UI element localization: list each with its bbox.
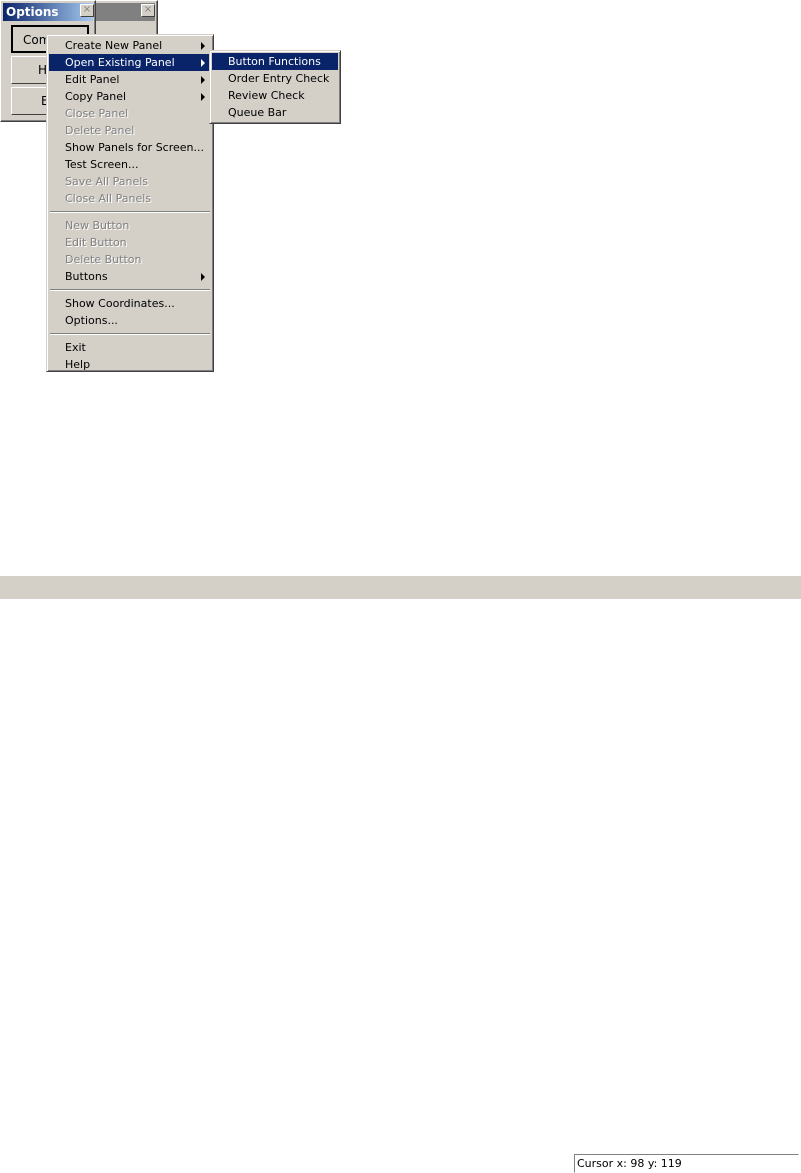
menu-item-order-entry-check[interactable]: Order Entry Check (212, 70, 338, 87)
menu-item-label: Close Panel (65, 107, 129, 120)
menu-item-delete-button: Delete Button (49, 251, 211, 268)
menu-item-delete-panel: Delete Panel (49, 122, 211, 139)
status-bar: Cursor x: 98 y: 119 (0, 576, 801, 1173)
menu-item-open-existing-panel[interactable]: Open Existing Panel (49, 54, 211, 71)
submenu-arrow-icon (201, 93, 205, 101)
menu-item-close-all-panels: Close All Panels (49, 190, 211, 207)
menu-item-create-new-panel[interactable]: Create New Panel (49, 37, 211, 54)
menu-item-label: Review Check (228, 89, 305, 102)
menu-item-show-coordinates[interactable]: Show Coordinates... (49, 295, 211, 312)
menu-item-label: New Button (65, 219, 130, 232)
menu-item-label: Save All Panels (65, 175, 149, 188)
menu-item-buttons[interactable]: Buttons (49, 268, 211, 285)
submenu-arrow-icon (201, 59, 205, 67)
menu-item-test-screen[interactable]: Test Screen... (49, 156, 211, 173)
menu-separator (50, 211, 210, 213)
menu-item-edit-panel[interactable]: Edit Panel (49, 71, 211, 88)
menu-item-options[interactable]: Options... (49, 312, 211, 329)
menu-item-label: Show Coordinates... (65, 297, 175, 310)
submenu-arrow-icon (201, 273, 205, 281)
cursor-coordinates: Cursor x: 98 y: 119 (574, 1154, 799, 1173)
menu-item-review-check[interactable]: Review Check (212, 87, 338, 104)
context-menu: Create New Panel Open Existing Panel Edit … (46, 34, 214, 372)
menu-item-label: Close All Panels (65, 192, 152, 205)
menu-item-label: Delete Button (65, 253, 142, 266)
menu-item-new-button: New Button (49, 217, 211, 234)
menu-item-label: Create New Panel (65, 39, 163, 52)
menu-item-queue-bar[interactable]: Queue Bar (212, 104, 338, 121)
submenu-arrow-icon (201, 76, 205, 84)
menu-item-label: Copy Panel (65, 90, 127, 103)
submenu-arrow-icon (201, 42, 205, 50)
menu-item-copy-panel[interactable]: Copy Panel (49, 88, 211, 105)
menu-item-label: Buttons (65, 270, 108, 283)
menu-item-help[interactable]: Help (49, 356, 211, 373)
menu-item-label: Exit (65, 341, 86, 354)
open-existing-panel-submenu: Button Functions Order Entry Check Review … (209, 50, 341, 124)
menu-item-exit[interactable]: Exit (49, 339, 211, 356)
menu-item-label: Help (65, 358, 91, 371)
menu-item-label: Show Panels for Screen... (65, 141, 205, 154)
menu-separator (50, 289, 210, 291)
menu-item-label: Queue Bar (228, 106, 287, 119)
menu-item-label: Test Screen... (65, 158, 139, 171)
menu-item-label: Options... (65, 314, 118, 327)
menu-item-label: Delete Panel (65, 124, 135, 137)
menu-separator (50, 333, 210, 335)
menu-item-save-all-panels: Save All Panels (49, 173, 211, 190)
menu-item-button-functions[interactable]: Button Functions (212, 53, 338, 70)
menu-item-label: Edit Panel (65, 73, 120, 86)
menu-item-label: Edit Button (65, 236, 127, 249)
menu-item-close-panel: Close Panel (49, 105, 211, 122)
close-button[interactable]: × (80, 4, 94, 17)
menu-item-label: Open Existing Panel (65, 56, 175, 69)
menu-item-edit-button: Edit Button (49, 234, 211, 251)
menu-item-label: Order Entry Check (228, 72, 330, 85)
menu-item-label: Button Functions (228, 55, 321, 68)
menu-item-show-panels-for-screen[interactable]: Show Panels for Screen... (49, 139, 211, 156)
close-button[interactable]: × (141, 4, 155, 17)
